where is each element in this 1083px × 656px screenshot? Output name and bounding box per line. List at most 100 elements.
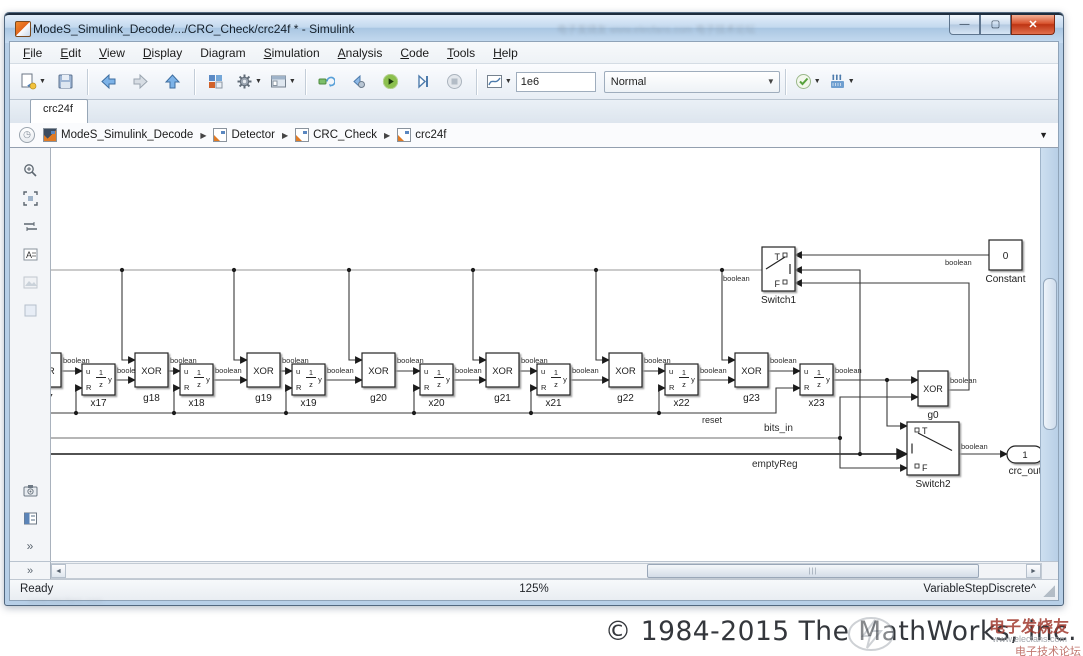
svg-text:1: 1 (309, 368, 313, 377)
breadcrumb-item-crc_check[interactable]: CRC_Check (295, 128, 377, 142)
viewmarks-button[interactable] (18, 506, 42, 530)
simulation-display-button[interactable]: ▼ (483, 68, 515, 96)
build-icon (829, 73, 846, 90)
palette-expand-glyph: » (27, 539, 34, 553)
breadcrumb-separator-icon: ▶ (282, 131, 288, 140)
sim-stop-time-input[interactable] (516, 72, 596, 92)
model-explorer-button[interactable]: ▼ (267, 68, 299, 96)
signal-routing-button[interactable] (18, 214, 42, 238)
build-button[interactable]: ▼ (826, 68, 858, 96)
menu-file[interactable]: File (14, 44, 51, 62)
zoom-tool-button[interactable] (18, 158, 42, 182)
svg-text:R: R (184, 383, 190, 392)
close-button[interactable]: ✕ (1011, 15, 1055, 35)
annotation-button[interactable]: A (18, 242, 42, 266)
gear-icon (236, 73, 253, 90)
build-caret: ▼ (848, 78, 855, 85)
svg-text:reset: reset (702, 415, 723, 425)
new-model-icon (20, 73, 37, 90)
svg-text:R: R (424, 383, 430, 392)
library-browser-icon (207, 73, 224, 90)
step-back-button[interactable] (344, 68, 374, 96)
breadcrumb-item-crc24f[interactable]: crc24f (397, 128, 446, 142)
model-configuration-caret: ▼ (255, 78, 262, 85)
back-button[interactable] (94, 68, 124, 96)
horizontal-scrollbar[interactable]: ◄ ||| ► (51, 563, 1042, 579)
svg-text:boolean: boolean (215, 366, 242, 375)
svg-text:R: R (804, 383, 810, 392)
svg-text:boolean: boolean (945, 258, 972, 267)
breadcrumb-item-modes_simulink_decode[interactable]: ModeS_Simulink_Decode (43, 128, 193, 142)
svg-text:boolean: boolean (455, 366, 482, 375)
update-diagram-button[interactable]: ▼ (792, 68, 824, 96)
svg-text:x23: x23 (808, 398, 825, 409)
svg-text:XOR: XOR (253, 366, 274, 377)
simulation-display-caret: ▼ (505, 78, 512, 85)
svg-text:boolean: boolean (723, 274, 750, 283)
svg-text:u: u (86, 367, 90, 376)
horizontal-scrollbar-thumb[interactable]: ||| (647, 564, 979, 578)
svg-text:u: u (669, 367, 673, 376)
model-configuration-button[interactable]: ▼ (233, 68, 265, 96)
fit-view-button[interactable] (18, 186, 42, 210)
vertical-scrollbar[interactable] (1040, 148, 1058, 562)
svg-text:crc_out: crc_out (1009, 466, 1042, 477)
subsystem-icon (213, 128, 227, 142)
svg-text:z: z (554, 380, 558, 389)
model-canvas[interactable]: booleanbooleanbooleanbooleanbooleanboole… (51, 148, 1042, 562)
svg-text:g0: g0 (927, 410, 939, 421)
menu-tools[interactable]: Tools (438, 44, 484, 62)
stop-button[interactable] (440, 68, 470, 96)
resize-grip[interactable] (1043, 585, 1055, 597)
svg-text:XOR: XOR (492, 366, 513, 377)
menu-help[interactable]: Help (484, 44, 527, 62)
breadcrumb: ModeS_Simulink_Decode▶Detector▶CRC_Check… (43, 128, 447, 142)
toolbar: ▼ (10, 64, 1058, 100)
title-bar[interactable]: ModeS_Simulink_Decode/.../CRC_Check/crc2… (5, 13, 1063, 43)
vertical-scrollbar-thumb[interactable] (1043, 278, 1057, 430)
svg-text:1: 1 (197, 368, 201, 377)
svg-text:1: 1 (1022, 450, 1027, 461)
fast-restart-button[interactable] (312, 68, 342, 96)
library-browser-button[interactable] (201, 68, 231, 96)
status-solver[interactable]: VariableStepDiscrete^ (923, 583, 1036, 595)
breadcrumb-item-detector[interactable]: Detector (213, 128, 274, 142)
tab-crc24f[interactable]: crc24f (30, 99, 88, 124)
svg-text:z: z (817, 380, 821, 389)
menu-code[interactable]: Code (391, 44, 438, 62)
screenshot-button[interactable] (18, 478, 42, 502)
image-button[interactable] (18, 270, 42, 294)
step-forward-button[interactable] (408, 68, 438, 96)
menu-view[interactable]: View (90, 44, 134, 62)
palette-expand-button[interactable]: » (18, 534, 42, 558)
svg-text:g23: g23 (743, 393, 760, 404)
scroll-right-arrow[interactable]: ► (1026, 564, 1041, 578)
window-content: FileEditViewDisplayDiagramSimulationAnal… (9, 41, 1059, 601)
save-button[interactable] (51, 68, 81, 96)
fit-view-icon (23, 191, 38, 206)
scroll-left-arrow[interactable]: ◄ (51, 564, 66, 578)
breadcrumb-dropdown-icon[interactable]: ▼ (1039, 130, 1048, 140)
svg-text:y: y (563, 375, 567, 384)
maximize-button[interactable]: ▢ (980, 15, 1011, 35)
menu-diagram[interactable]: Diagram (191, 44, 254, 62)
run-button[interactable] (376, 68, 406, 96)
fast-restart-icon (318, 73, 335, 90)
forward-button[interactable] (126, 68, 156, 96)
up-button[interactable] (158, 68, 188, 96)
palette-more-button[interactable]: » (10, 562, 51, 579)
area-button[interactable] (18, 298, 42, 322)
menu-edit[interactable]: Edit (51, 44, 90, 62)
breadcrumb-options-icon[interactable]: ◷ (19, 127, 35, 143)
screenshot-icon (23, 483, 38, 498)
svg-text:z: z (437, 380, 441, 389)
menu-display[interactable]: Display (134, 44, 191, 62)
minimize-button[interactable]: — (949, 15, 980, 35)
sim-mode-select[interactable]: Normal ▼ (604, 71, 780, 93)
svg-text:g21: g21 (494, 393, 511, 404)
menu-simulation[interactable]: Simulation (255, 44, 329, 62)
scroll-row: » ◄ ||| ► (10, 561, 1058, 579)
svg-text:g18: g18 (143, 393, 160, 404)
new-model-button[interactable]: ▼ (17, 68, 49, 96)
menu-analysis[interactable]: Analysis (329, 44, 392, 62)
